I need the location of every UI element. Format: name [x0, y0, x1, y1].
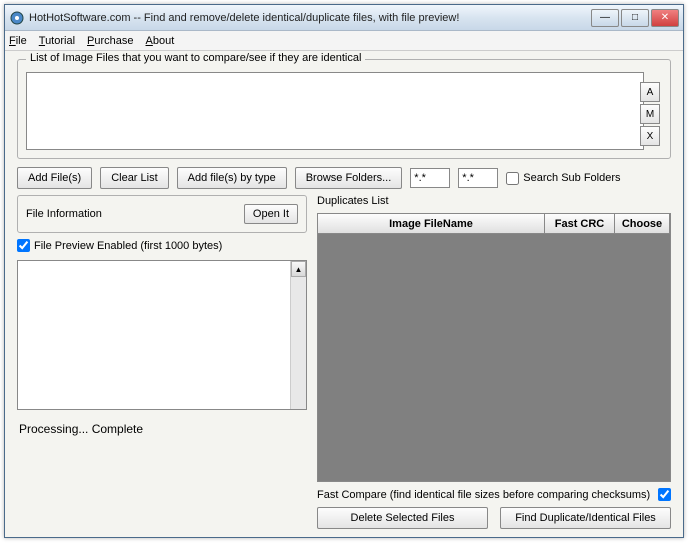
move-button[interactable]: M — [640, 104, 660, 124]
maximize-button[interactable]: □ — [621, 9, 649, 27]
scroll-up-icon[interactable]: ▲ — [291, 261, 306, 277]
preview-scrollbar[interactable]: ▲ — [290, 261, 306, 409]
menu-file[interactable]: File — [9, 35, 27, 47]
app-icon — [9, 10, 25, 26]
clear-list-button[interactable]: Clear List — [100, 167, 168, 189]
close-button[interactable]: ✕ — [651, 9, 679, 27]
select-all-button[interactable]: A — [640, 82, 660, 102]
grid-col-crc[interactable]: Fast CRC — [545, 214, 615, 233]
file-info-header: File Information Open It — [26, 204, 298, 224]
grid-col-filename[interactable]: Image FileName — [318, 214, 545, 233]
remove-button[interactable]: X — [640, 126, 660, 146]
menu-tutorial[interactable]: Tutorial — [39, 35, 75, 47]
side-buttons: A M X — [640, 82, 660, 146]
find-duplicates-button[interactable]: Find Duplicate/Identical Files — [500, 507, 671, 529]
fast-compare-row: Fast Compare (find identical file sizes … — [317, 488, 671, 501]
file-info-group: File Information Open It — [17, 195, 307, 233]
fast-compare-label: Fast Compare (find identical file sizes … — [317, 489, 650, 501]
search-sub-row: Search Sub Folders — [506, 172, 620, 185]
menu-purchase[interactable]: Purchase — [87, 35, 133, 47]
menubar: File Tutorial Purchase About — [5, 31, 683, 51]
bottom-right: Fast Compare (find identical file sizes … — [317, 488, 671, 529]
file-list-box[interactable] — [26, 72, 644, 150]
preview-enabled-row: File Preview Enabled (first 1000 bytes) — [17, 239, 307, 252]
bottom-buttons: Delete Selected Files Find Duplicate/Ide… — [317, 507, 671, 529]
titlebar: HotHotSoftware.com -- Find and remove/de… — [5, 5, 683, 31]
fast-compare-checkbox[interactable] — [658, 488, 671, 501]
status-text: Processing... Complete — [17, 416, 307, 442]
file-list-group: List of Image Files that you want to com… — [17, 59, 671, 159]
window-title: HotHotSoftware.com -- Find and remove/de… — [29, 12, 591, 24]
toolbar-row: Add File(s) Clear List Add file(s) by ty… — [17, 167, 671, 189]
preview-enabled-label: File Preview Enabled (first 1000 bytes) — [34, 240, 222, 252]
search-sub-label: Search Sub Folders — [523, 172, 620, 184]
right-column: Duplicates List Image FileName Fast CRC … — [317, 195, 671, 529]
duplicates-grid[interactable]: Image FileName Fast CRC Choose — [317, 213, 671, 482]
minimize-button[interactable]: — — [591, 9, 619, 27]
search-sub-checkbox[interactable] — [506, 172, 519, 185]
duplicates-list-label: Duplicates List — [317, 195, 671, 207]
grid-col-choose[interactable]: Choose — [615, 214, 670, 233]
add-by-type-button[interactable]: Add file(s) by type — [177, 167, 287, 189]
file-info-label: File Information — [26, 208, 102, 220]
menu-about[interactable]: About — [146, 35, 175, 47]
preview-enabled-checkbox[interactable] — [17, 239, 30, 252]
ext-input-1[interactable] — [410, 168, 450, 188]
open-it-button[interactable]: Open It — [244, 204, 298, 224]
grid-header: Image FileName Fast CRC Choose — [318, 214, 670, 234]
lower-section: File Information Open It File Preview En… — [17, 195, 671, 529]
ext-input-2[interactable] — [458, 168, 498, 188]
delete-selected-button[interactable]: Delete Selected Files — [317, 507, 488, 529]
file-list-label: List of Image Files that you want to com… — [26, 52, 365, 64]
main-window: HotHotSoftware.com -- Find and remove/de… — [4, 4, 684, 538]
add-files-button[interactable]: Add File(s) — [17, 167, 92, 189]
content-area: List of Image Files that you want to com… — [5, 51, 683, 537]
left-column: File Information Open It File Preview En… — [17, 195, 307, 529]
preview-textarea[interactable]: ▲ — [17, 260, 307, 410]
window-controls: — □ ✕ — [591, 9, 679, 27]
browse-folders-button[interactable]: Browse Folders... — [295, 167, 403, 189]
